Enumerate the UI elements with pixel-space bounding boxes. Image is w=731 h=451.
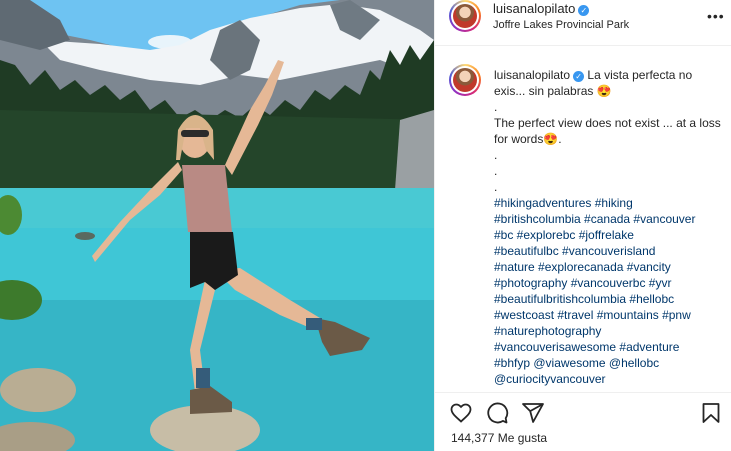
- caption-text-2: The perfect view does not exist ... at a…: [494, 116, 721, 146]
- verified-badge-icon: ✓: [578, 5, 590, 16]
- caption-avatar[interactable]: [449, 64, 481, 96]
- post-photo[interactable]: [0, 0, 434, 451]
- caption: luisanalopilato ✓ La vista perfecta no ex…: [494, 67, 726, 387]
- hashtag-line[interactable]: #bc #explorebc #joffrelake: [494, 227, 726, 243]
- header-username[interactable]: luisanalopilato: [493, 1, 575, 16]
- hashtag-line[interactable]: #naturephotography: [494, 323, 726, 339]
- paper-plane-icon[interactable]: [521, 401, 545, 425]
- hashtag-line[interactable]: @curiocityvancouver: [494, 371, 726, 387]
- avatar-image: [453, 68, 477, 92]
- more-options-icon[interactable]: •••: [707, 8, 725, 24]
- caption-line-1: luisanalopilato ✓ La vista perfecta no ex…: [494, 67, 726, 99]
- hashtag-line[interactable]: #beautifulbc #vancouverisland: [494, 243, 726, 259]
- bookmark-icon[interactable]: [699, 401, 723, 425]
- verified-badge-icon: ✓: [573, 71, 585, 82]
- action-bar: 144,377 Me gusta: [435, 392, 731, 451]
- instagram-post: luisanalopilato ✓ Joffre Lakes Provincial…: [0, 0, 731, 451]
- hashtag-line[interactable]: #britishcolumbia #canada #vancouver: [494, 211, 726, 227]
- hashtag-line[interactable]: #photography #vancouverbc #yvr: [494, 275, 726, 291]
- hashtag-line[interactable]: #bhfyp @viawesome @hellobc: [494, 355, 726, 371]
- location-link[interactable]: Joffre Lakes Provincial Park: [493, 19, 629, 31]
- hashtag-line[interactable]: #westcoast #travel #mountains #pnw: [494, 307, 726, 323]
- caption-username[interactable]: luisanalopilato: [494, 68, 570, 82]
- comment-icon[interactable]: [485, 401, 509, 425]
- heart-icon[interactable]: [449, 401, 473, 425]
- hashtag-line[interactable]: #vancouverisawesome #adventure: [494, 339, 726, 355]
- caption-dot: .: [494, 100, 498, 114]
- likes-count[interactable]: 144,377 Me gusta: [451, 431, 547, 445]
- photo-illustration: [0, 0, 434, 451]
- caption-dot: .: [494, 180, 498, 194]
- post-header: luisanalopilato ✓ Joffre Lakes Provincial…: [435, 0, 731, 46]
- avatar-image: [453, 4, 477, 28]
- caption-dot: .: [494, 164, 498, 178]
- post-sidebar: luisanalopilato ✓ Joffre Lakes Provincial…: [434, 0, 731, 451]
- hashtag-line[interactable]: #hikingadventures #hiking: [494, 195, 726, 211]
- hashtag-list: #hikingadventures #hiking #britishcolumb…: [494, 195, 726, 387]
- header-username-row: luisanalopilato ✓: [493, 1, 590, 16]
- avatar[interactable]: [449, 0, 481, 32]
- hashtag-line[interactable]: #nature #explorecanada #vancity: [494, 259, 726, 275]
- caption-dot: .: [494, 148, 498, 162]
- hashtag-line[interactable]: #beautifulbritishcolumbia #hellobc: [494, 291, 726, 307]
